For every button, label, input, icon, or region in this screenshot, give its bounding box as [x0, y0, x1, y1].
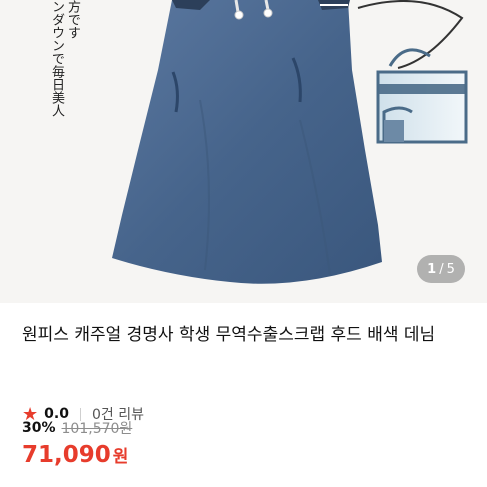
- final-price-unit: 원: [112, 447, 129, 467]
- product-title: 원피스 캐주얼 경명사 학생 무역수출스크랩 후드 배색 데님: [22, 325, 436, 345]
- final-price-number: 71,090: [22, 442, 111, 468]
- discount-rate: 30%: [22, 420, 56, 436]
- overlay-line-2: ンダウンで毎日美人: [49, 0, 64, 117]
- final-price: 71,090 원: [22, 442, 128, 468]
- overlay-line-1: 方です: [65, 0, 80, 39]
- overlay-caption: 方です ンダウンで毎日美人: [20, 0, 80, 125]
- price-row: 30% 101,570원: [22, 418, 132, 438]
- product-image-carousel[interactable]: 方です ンダウンで毎日美人 1 / 5: [0, 0, 487, 303]
- image-counter: 1 / 5: [417, 255, 465, 283]
- original-price: 101,570원: [61, 421, 133, 437]
- image-counter-current: 1: [427, 261, 437, 277]
- image-counter-separator: /: [439, 261, 444, 277]
- image-counter-total: 5: [446, 261, 455, 277]
